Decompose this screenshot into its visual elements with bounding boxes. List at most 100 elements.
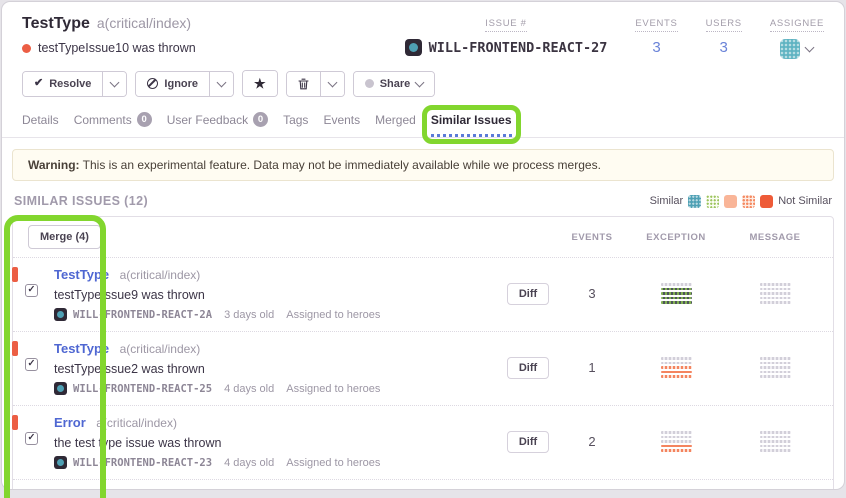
row-events-count: 3: [561, 286, 623, 301]
issue-message: testTypeIssue10 was thrown: [38, 41, 196, 55]
diff-button[interactable]: Diff: [507, 431, 549, 453]
similar-issues-panel: Merge (4) EVENTS EXCEPTION MESSAGE TestT…: [12, 216, 834, 490]
issue-id-label: ISSUE #: [485, 18, 526, 32]
issue-age: 4 days old: [224, 457, 274, 469]
issue-page-card: TestType a(critical/index) testTypeIssue…: [1, 1, 845, 490]
assignee-avatar: [780, 39, 800, 59]
section-heading: SIMILAR ISSUES (12): [14, 194, 148, 208]
assignee-label: ASSIGNEE: [770, 18, 824, 32]
exception-similarity-bars: [661, 357, 692, 378]
share-button[interactable]: Share: [354, 72, 435, 96]
tab-merged[interactable]: Merged: [375, 112, 416, 137]
tab-comments[interactable]: Comments 0: [74, 112, 152, 137]
similar-issue-row: TestType a(critical/index) testTypeIssue…: [13, 257, 833, 331]
issue-type-link[interactable]: TestType: [54, 489, 109, 490]
issue-type-link[interactable]: Error: [54, 415, 86, 430]
issue-assigned: Assigned to heroes: [286, 457, 380, 469]
legend-not-similar-label: Not Similar: [778, 195, 832, 207]
diff-button[interactable]: Diff: [507, 283, 549, 305]
warning-prefix: Warning:: [28, 158, 80, 172]
issue-message: the test type issue was thrown: [54, 436, 495, 450]
issue-short-id: WILL-FRONTEND-REACT-27: [429, 40, 608, 56]
tab-details[interactable]: Details: [22, 112, 59, 137]
action-toolbar: ✔ Resolve Ignore ★: [2, 59, 844, 97]
resolve-button[interactable]: ✔ Resolve: [23, 72, 102, 96]
tab-tags[interactable]: Tags: [283, 112, 308, 137]
issue-header: TestType a(critical/index) testTypeIssue…: [2, 2, 844, 59]
row-main: TestType a(critical/index) testTypeIssue…: [54, 340, 495, 395]
stat-events: EVENTS 3: [635, 18, 677, 59]
app-viewport: TestType a(critical/index) testTypeIssue…: [0, 0, 846, 498]
users-label: USERS: [706, 18, 742, 32]
issue-type-link[interactable]: TestType: [54, 267, 109, 282]
similar-issues-section-header: SIMILAR ISSUES (12) Similar Not Similar: [2, 181, 844, 216]
row-checkbox[interactable]: [25, 358, 38, 371]
chevron-down-icon: [217, 77, 227, 87]
column-header-exception: EXCEPTION: [623, 232, 729, 243]
chevron-down-icon: [805, 43, 815, 53]
chevron-down-icon: [327, 77, 337, 87]
issue-culprit: a(critical/index): [96, 416, 177, 430]
project-platform-icon: [405, 39, 422, 56]
message-similarity-bars: [760, 357, 791, 378]
issue-age: 4 days old: [224, 383, 274, 395]
legend-similar-label: Similar: [650, 195, 684, 207]
tab-events[interactable]: Events: [323, 112, 360, 137]
issue-age: 3 days old: [224, 309, 274, 321]
resolve-dropdown-button[interactable]: [102, 72, 126, 96]
star-icon: ★: [254, 77, 266, 90]
warning-text: This is an experimental feature. Data ma…: [80, 158, 601, 172]
delete-dropdown-button[interactable]: [320, 72, 344, 96]
issue-message: testTypeIssue9 was thrown: [54, 288, 495, 302]
row-checkbox[interactable]: [25, 284, 38, 297]
issue-type-link[interactable]: TestType: [54, 341, 109, 356]
tab-similar-issues[interactable]: Similar Issues: [431, 112, 512, 137]
message-similarity-bars: [760, 431, 791, 452]
chevron-down-icon: [415, 77, 425, 87]
comments-count-badge: 0: [137, 112, 152, 127]
trash-icon: [298, 78, 309, 90]
row-checkbox[interactable]: [25, 432, 38, 445]
events-count-link[interactable]: 3: [652, 39, 660, 56]
issue-short-id: WILL-FRONTEND-REACT-25: [73, 383, 212, 395]
ignore-dropdown-button[interactable]: [209, 72, 233, 96]
user-feedback-count-badge: 0: [253, 112, 268, 127]
column-header-message: MESSAGE: [729, 232, 821, 243]
row-main: TestType a(critical/index) testTypeIssue…: [54, 266, 495, 321]
issue-culprit: a(critical/index): [120, 342, 201, 356]
issue-title: TestType: [22, 15, 90, 33]
issue-culprit: a(critical/index): [97, 15, 191, 31]
error-level-dot: [22, 44, 31, 53]
events-label: EVENTS: [635, 18, 677, 32]
assignee-dropdown[interactable]: [780, 39, 813, 59]
stat-assignee: ASSIGNEE: [770, 18, 824, 59]
legend-swatch-medium: [724, 195, 737, 208]
level-indicator: [12, 267, 18, 282]
tab-user-feedback[interactable]: User Feedback 0: [167, 112, 268, 137]
project-platform-icon: [54, 382, 67, 395]
issue-header-stats: ISSUE # WILL-FRONTEND-REACT-27 EVENTS 3 …: [405, 15, 824, 59]
legend-swatch-not-similar: [760, 195, 773, 208]
delete-button[interactable]: [287, 72, 320, 96]
users-count-link[interactable]: 3: [720, 39, 728, 56]
chevron-down-icon: [110, 77, 120, 87]
similarity-legend: Similar Not Similar: [650, 195, 832, 208]
diff-button[interactable]: Diff: [507, 357, 549, 379]
merge-button[interactable]: Merge (4): [28, 225, 101, 249]
legend-swatch-dissimilar: [742, 195, 755, 208]
share-icon: [365, 79, 374, 88]
stat-issue-id: ISSUE # WILL-FRONTEND-REACT-27: [405, 18, 608, 59]
ignore-button[interactable]: Ignore: [136, 72, 209, 96]
issue-header-left: TestType a(critical/index) testTypeIssue…: [22, 15, 196, 59]
exception-similarity-bars: [661, 283, 692, 304]
issue-message: testTypeIssue2 was thrown: [54, 362, 495, 376]
row-main: TestType a(critical/index) testTypeIssue…: [54, 488, 495, 490]
row-events-count: 1: [561, 360, 623, 375]
column-header-events: EVENTS: [561, 232, 623, 243]
bookmark-button[interactable]: ★: [243, 71, 277, 96]
row-events-count: 2: [561, 434, 623, 449]
exception-similarity-bars: [661, 431, 692, 452]
project-platform-icon: [54, 456, 67, 469]
check-icon: ✔: [34, 78, 43, 89]
experimental-warning-banner: Warning: This is an experimental feature…: [12, 149, 834, 181]
